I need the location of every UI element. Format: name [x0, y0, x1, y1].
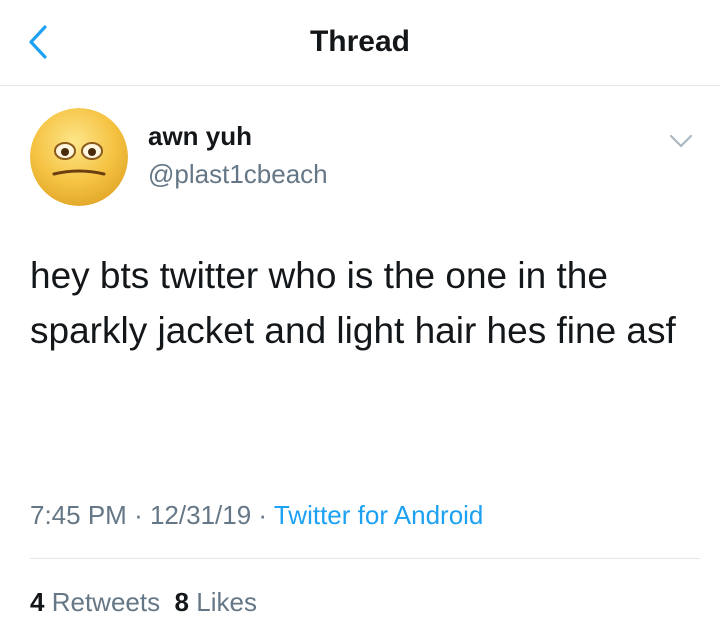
retweets-count: 4 — [30, 587, 45, 617]
meta-separator: · — [134, 500, 143, 530]
top-bar: Thread — [0, 0, 720, 86]
author-handle[interactable]: @plast1cbeach — [148, 157, 328, 191]
page-title: Thread — [309, 25, 411, 58]
avatar[interactable] — [30, 108, 128, 206]
tweet-time: 7:45 PM — [30, 500, 127, 530]
likes-count: 8 — [174, 587, 190, 617]
tweet-date: 12/31/19 — [149, 500, 252, 530]
meta-separator: · — [258, 500, 268, 530]
retweets-stat[interactable]: 4 Retweets — [30, 587, 160, 617]
tweet-text: hey bts twitter who is the one in the sp… — [30, 255, 676, 351]
likes-stat[interactable]: 8 Likes — [175, 587, 257, 617]
tweet-stats: 4 Retweets 8 Likes — [30, 585, 257, 619]
author-name[interactable]: awn yuh — [148, 119, 252, 153]
tweet-meta: 7:45 PM · 12/31/19 · Twitter for Android — [30, 498, 483, 532]
divider — [30, 558, 700, 559]
chevron-down-icon — [669, 134, 693, 148]
retweets-label: Retweets — [51, 587, 161, 617]
tweet-menu-button[interactable] — [664, 128, 698, 154]
likes-label: Likes — [196, 587, 257, 617]
emoji-face-icon — [30, 108, 128, 206]
tweet-source-link[interactable]: Twitter for Android — [274, 500, 484, 530]
